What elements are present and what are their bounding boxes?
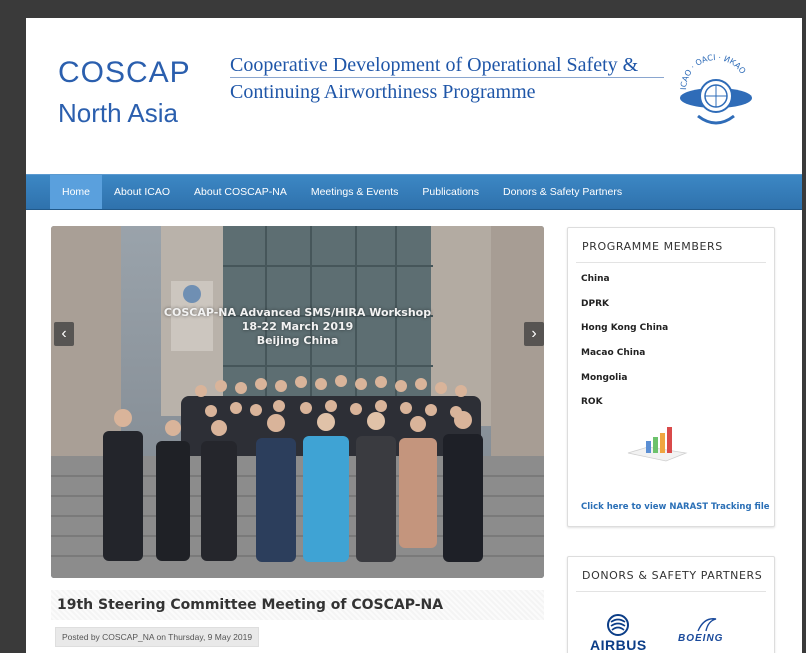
divider (576, 262, 766, 263)
image-slider[interactable]: COSCAP-NA Advanced SMS/HIRA Workshop 18-… (51, 226, 544, 578)
airbus-logo-icon (607, 614, 629, 636)
donor-airbus[interactable]: AIRBUS (590, 637, 647, 653)
member-link-mongolia[interactable]: Mongolia (581, 373, 627, 383)
slider-prev-button[interactable]: ‹ (54, 322, 74, 346)
member-link-hong-kong[interactable]: Hong Kong China (581, 323, 668, 333)
programme-title-line1: Cooperative Development of Operational S… (230, 54, 639, 76)
group-photo (51, 226, 544, 578)
programme-title-rule (230, 77, 664, 78)
bar-chart-icon[interactable] (626, 423, 688, 463)
programme-title-line2: Continuing Airworthiness Programme (230, 81, 536, 103)
nav-item-home[interactable]: Home (50, 175, 103, 209)
chevron-left-icon: ‹ (61, 325, 67, 342)
donor-boeing[interactable]: BOEING (678, 633, 723, 644)
post-title[interactable]: 19th Steering Committee Meeting of COSCA… (57, 597, 443, 613)
main-nav: Home About ICAO About COSCAP-NA Meetings… (26, 174, 802, 210)
nav-item-meetings-events[interactable]: Meetings & Events (299, 175, 411, 209)
icao-emblem-logo: ICAO · OACI · ИКАО (672, 52, 760, 140)
boeing-logo-icon (697, 618, 717, 632)
page-frame: COSCAP North Asia Cooperative Developmen… (26, 18, 802, 653)
slide-caption-location: Beijing China (256, 334, 339, 347)
nav-item-publications[interactable]: Publications (410, 175, 491, 209)
slide-caption-dates: 18-22 March 2019 (241, 320, 354, 333)
member-link-china[interactable]: China (581, 274, 610, 284)
member-link-macao[interactable]: Macao China (581, 348, 645, 358)
narast-tracking-link[interactable]: Click here to view NARAST Tracking file (581, 502, 770, 512)
chevron-right-icon: › (531, 325, 537, 342)
widget-title: DONORS & SAFETY PARTNERS (582, 569, 763, 582)
member-link-dprk[interactable]: DPRK (581, 299, 609, 309)
nav-item-about-icao[interactable]: About ICAO (102, 175, 182, 209)
slider-next-button[interactable]: › (524, 322, 544, 346)
member-link-rok[interactable]: ROK (581, 397, 603, 407)
nav-item-donors-partners[interactable]: Donors & Safety Partners (491, 175, 634, 209)
brand-region[interactable]: North Asia (58, 98, 178, 129)
programme-members-widget: PROGRAMME MEMBERS China DPRK Hong Kong C… (567, 227, 775, 527)
widget-title: PROGRAMME MEMBERS (582, 240, 723, 253)
donors-partners-widget: DONORS & SAFETY PARTNERS AIRBUS BOEING (567, 556, 775, 653)
brand-name[interactable]: COSCAP (58, 56, 191, 90)
divider (576, 591, 766, 592)
post-meta: Posted by COSCAP_NA on Thursday, 9 May 2… (55, 627, 260, 647)
post-title-bar: 19th Steering Committee Meeting of COSCA… (51, 590, 544, 620)
nav-item-about-coscap-na[interactable]: About COSCAP-NA (182, 175, 299, 209)
slide-caption-title: COSCAP-NA Advanced SMS/HIRA Workshop (163, 306, 432, 319)
